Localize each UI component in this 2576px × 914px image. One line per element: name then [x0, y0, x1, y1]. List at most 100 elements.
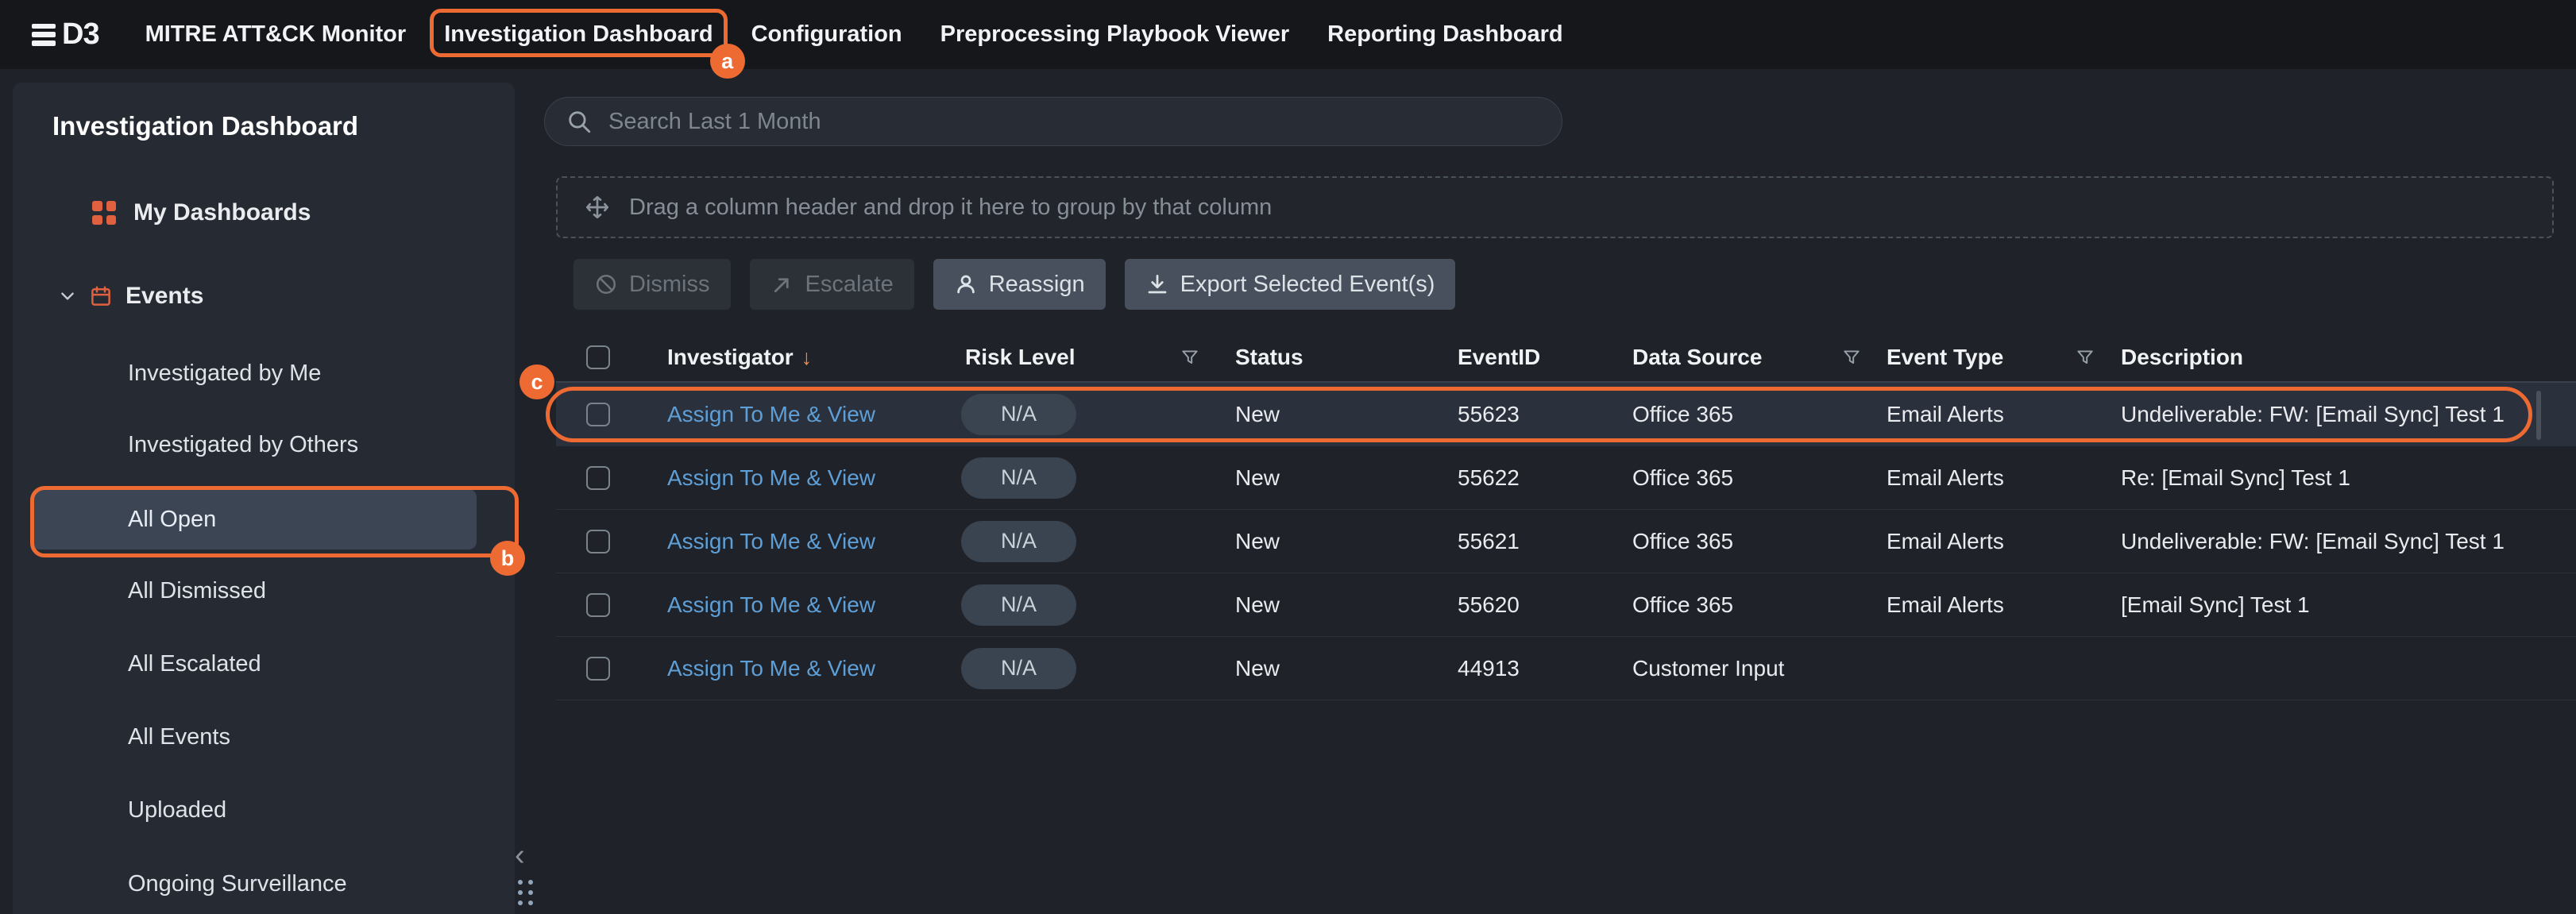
data-source-filter-icon[interactable] [1841, 334, 1865, 381]
column-header-investigator[interactable]: Investigator [667, 345, 794, 370]
sidebar-collapse-chevron-icon[interactable]: ‹ [515, 840, 525, 870]
event-type-value: Email Alerts [1887, 465, 2004, 491]
status-value: New [1235, 465, 1280, 491]
table-header-row: Investigator ↓ Risk Level Status EventID… [556, 334, 2576, 383]
nav-investigation-dashboard[interactable]: Investigation Dashboard a [444, 21, 713, 48]
actions-toolbar: Dismiss Escalate Reassign Export Selecte… [574, 259, 1455, 310]
sidebar-item-all-open[interactable]: All Open b [32, 489, 477, 550]
events-label: Events [126, 283, 203, 310]
assign-to-me-link[interactable]: Assign To Me & View [667, 402, 875, 427]
column-group-dropzone[interactable]: Drag a column header and drop it here to… [556, 176, 2554, 238]
reassign-button-label: Reassign [989, 272, 1085, 298]
table-row[interactable]: Assign To Me & View N/A New 55623 Office… [556, 383, 2576, 446]
escalate-button-label: Escalate [805, 272, 894, 298]
data-source-value: Customer Input [1632, 656, 1784, 681]
sidebar-resize-drag-handle[interactable] [518, 880, 533, 905]
data-source-value: Office 365 [1632, 402, 1733, 427]
search-input[interactable] [607, 108, 1541, 136]
escalate-icon [770, 272, 794, 296]
table-row[interactable]: Assign To Me & View N/A New 55621 Office… [556, 510, 2576, 573]
annotation-badge-a: a [710, 44, 745, 79]
nav-investigation-dashboard-label: Investigation Dashboard [444, 21, 713, 47]
column-header-data-source[interactable]: Data Source [1632, 345, 1762, 370]
annotation-ring-b [30, 486, 519, 557]
row-checkbox[interactable] [586, 530, 610, 553]
data-source-value: Office 365 [1632, 592, 1733, 618]
assign-to-me-link[interactable]: Assign To Me & View [667, 529, 875, 554]
sidebar-item-all-events[interactable]: All Events [128, 716, 230, 758]
annotation-badge-b: b [490, 541, 525, 576]
row-checkbox[interactable] [586, 466, 610, 490]
status-value: New [1235, 402, 1280, 427]
nav-configuration[interactable]: Configuration [751, 21, 902, 48]
row-checkbox[interactable] [586, 403, 610, 426]
nav-reporting-dashboard[interactable]: Reporting Dashboard [1327, 21, 1562, 48]
sidebar-item-ongoing-surveillance[interactable]: Ongoing Surveillance [128, 863, 347, 904]
sidebar-item-investigated-by-others[interactable]: Investigated by Others [128, 424, 358, 465]
export-download-icon [1145, 272, 1169, 296]
annotation-badge-c: c [519, 364, 554, 399]
sidebar-item-my-dashboards[interactable]: My Dashboards [92, 192, 311, 233]
sidebar-item-all-escalated[interactable]: All Escalated [128, 643, 261, 685]
sidebar-section-events[interactable]: Events [59, 276, 203, 317]
my-dashboards-label: My Dashboards [133, 199, 311, 226]
escalate-button[interactable]: Escalate [750, 259, 914, 310]
move-icon [585, 195, 610, 220]
d3-logo-text: D3 [62, 17, 99, 52]
column-header-risk-level[interactable]: Risk Level [965, 345, 1076, 370]
description-value: Undeliverable: FW: [Email Sync] Test 1 [2121, 402, 2505, 427]
event-id-value: 55622 [1458, 465, 1520, 491]
d3-logo-bars-icon [32, 24, 56, 46]
search-icon [566, 108, 593, 135]
assign-to-me-link[interactable]: Assign To Me & View [667, 465, 875, 491]
vertical-scrollbar-thumb[interactable] [2536, 391, 2541, 440]
event-type-value: Email Alerts [1887, 402, 2004, 427]
group-hint-text: Drag a column header and drop it here to… [629, 195, 1272, 221]
table-row[interactable]: Assign To Me & View N/A New 44913 Custom… [556, 637, 2576, 700]
dashboard-grid-icon [92, 201, 116, 225]
status-value: New [1235, 529, 1280, 554]
nav-preprocessing-playbook-viewer[interactable]: Preprocessing Playbook Viewer [940, 21, 1290, 48]
risk-level-badge: N/A [961, 521, 1076, 562]
event-type-filter-icon[interactable] [2075, 334, 2099, 381]
sort-desc-icon[interactable]: ↓ [801, 345, 813, 370]
all-open-label: All Open [128, 507, 216, 533]
column-header-event-id[interactable]: EventID [1458, 345, 1540, 370]
event-id-value: 44913 [1458, 656, 1520, 681]
nav-mitre-attack-monitor[interactable]: MITRE ATT&CK Monitor [145, 21, 407, 48]
table-row[interactable]: Assign To Me & View N/A New 55622 Office… [556, 446, 2576, 510]
data-source-value: Office 365 [1632, 465, 1733, 491]
chevron-down-icon [59, 287, 76, 305]
search-bar [544, 97, 1562, 146]
table-row[interactable]: Assign To Me & View N/A New 55620 Office… [556, 573, 2576, 637]
assign-to-me-link[interactable]: Assign To Me & View [667, 656, 875, 681]
assign-to-me-link[interactable]: Assign To Me & View [667, 592, 875, 618]
events-table: Investigator ↓ Risk Level Status EventID… [556, 334, 2576, 914]
column-header-description[interactable]: Description [2121, 345, 2243, 370]
export-button-label: Export Selected Event(s) [1180, 272, 1435, 298]
export-selected-events-button[interactable]: Export Selected Event(s) [1125, 259, 1456, 310]
reassign-button[interactable]: Reassign [933, 259, 1106, 310]
risk-level-filter-icon[interactable] [1180, 334, 1203, 381]
calendar-icon [89, 284, 113, 308]
sidebar-item-uploaded[interactable]: Uploaded [128, 789, 226, 831]
row-checkbox[interactable] [586, 657, 610, 681]
sidebar-item-investigated-by-me[interactable]: Investigated by Me [128, 353, 321, 394]
column-header-event-type[interactable]: Event Type [1887, 345, 2003, 370]
description-value: [Email Sync] Test 1 [2121, 592, 2310, 618]
status-value: New [1235, 592, 1280, 618]
data-source-value: Office 365 [1632, 529, 1733, 554]
row-checkbox[interactable] [586, 593, 610, 617]
status-value: New [1235, 656, 1280, 681]
event-id-value: 55623 [1458, 402, 1520, 427]
risk-level-badge: N/A [961, 648, 1076, 689]
column-header-status[interactable]: Status [1235, 345, 1303, 370]
sidebar-item-all-dismissed[interactable]: All Dismissed [128, 570, 266, 611]
select-all-checkbox[interactable] [586, 345, 610, 369]
event-id-value: 55620 [1458, 592, 1520, 618]
event-id-value: 55621 [1458, 529, 1520, 554]
sidebar: Investigation Dashboard My Dashboards Ev… [13, 83, 515, 914]
dismiss-button[interactable]: Dismiss [574, 259, 731, 310]
event-type-value: Email Alerts [1887, 529, 2004, 554]
dismiss-icon [594, 272, 618, 296]
